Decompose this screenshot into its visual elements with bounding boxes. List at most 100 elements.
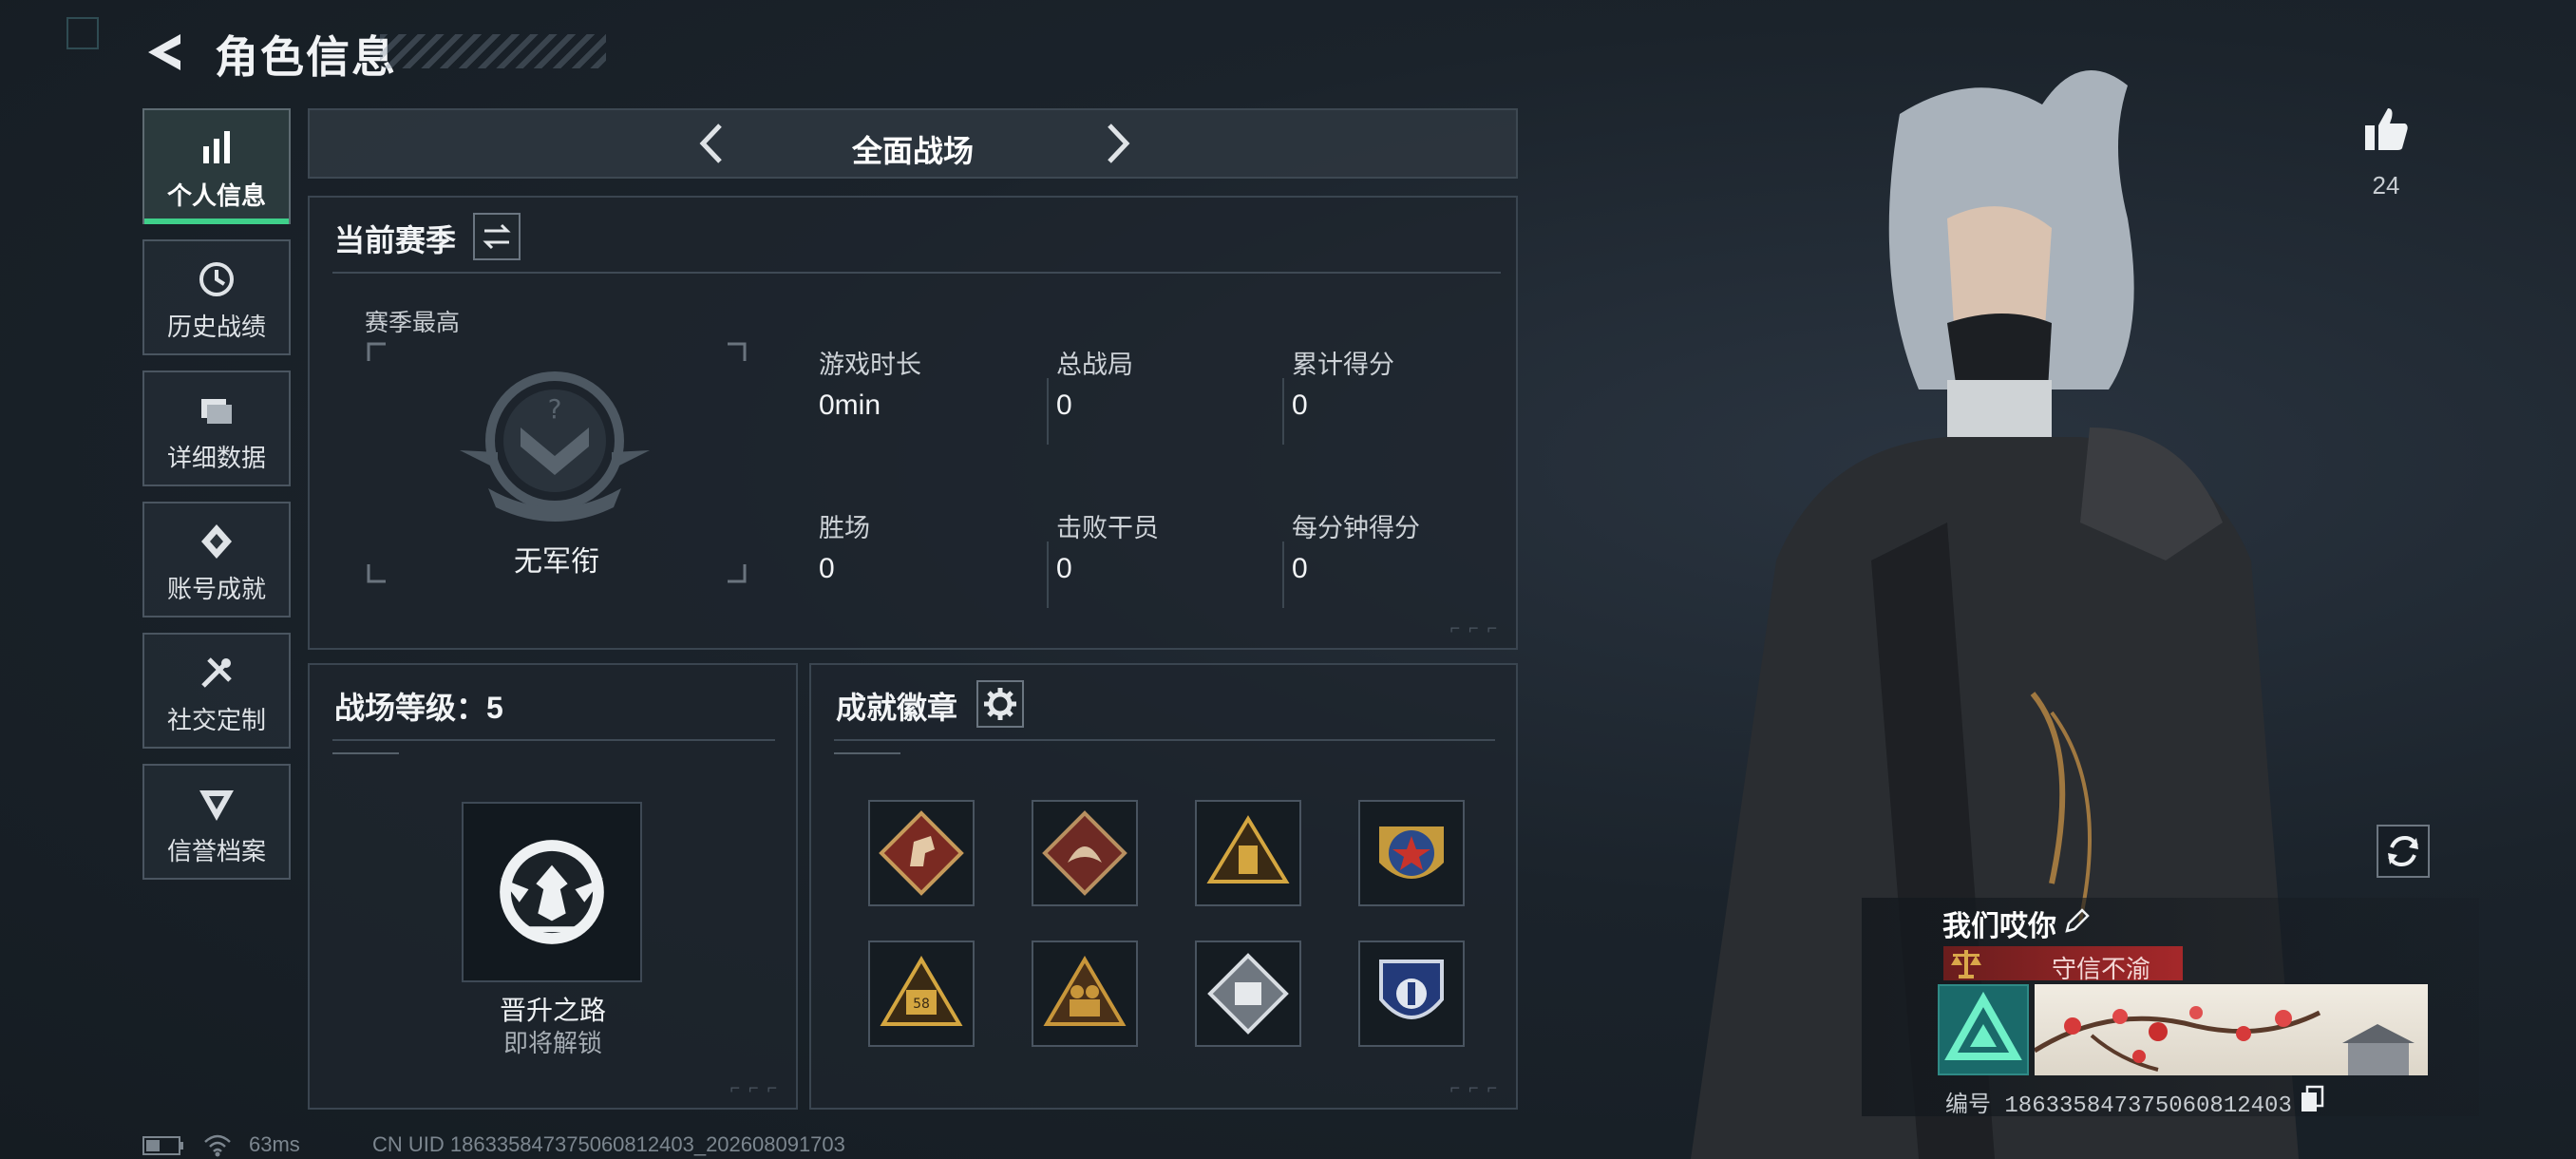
stat-value: 0 xyxy=(819,553,835,584)
player-name: 我们哎你 xyxy=(1942,911,2056,942)
tools-icon xyxy=(201,657,232,688)
achievements-title: 成就徽章 xyxy=(836,691,958,725)
stat-label: 击败干员 xyxy=(1056,514,1159,542)
player-uid: 编号 1863358473750608124​03 xyxy=(1945,1093,2292,1119)
battlefield-level-title: 战场等级：5 xyxy=(334,691,503,725)
thumbs-up-icon[interactable] xyxy=(2359,103,2413,156)
sidebar-item-reputation[interactable]: 信誉档案 xyxy=(142,764,291,880)
swap-season-button[interactable] xyxy=(473,213,521,260)
stat-label: 胜场 xyxy=(819,514,870,542)
stat-value: 0 xyxy=(1056,390,1072,421)
dragon-badge-icon xyxy=(1042,810,1127,896)
sidebar-item-social[interactable]: 社交定制 xyxy=(142,633,291,749)
promotion-path-card[interactable] xyxy=(462,802,642,982)
plum-blossom-banner-icon xyxy=(2035,1006,2415,1075)
sidebar-item-label: 账号成就 xyxy=(166,575,266,603)
avatar[interactable] xyxy=(1938,984,2029,1075)
battery-icon xyxy=(142,1136,183,1155)
achievement-icon xyxy=(201,524,232,559)
stat-label: 总战局 xyxy=(1056,351,1133,379)
corner-marks: ⌐ ⌐ ⌐ xyxy=(1449,618,1499,637)
stat-separator xyxy=(1282,542,1284,608)
mode-selector: 全面战场 xyxy=(308,108,1518,179)
title-decoration xyxy=(380,34,606,68)
back-arrow-icon[interactable] xyxy=(142,28,190,76)
corner-marks: ⌐ ⌐ ⌐ xyxy=(729,1078,779,1097)
stat-value: 0 xyxy=(1056,553,1072,584)
sidebar-item-label: 信誉档案 xyxy=(166,837,266,865)
promotion-path-name: 晋升之路 xyxy=(499,996,606,1025)
refresh-icon xyxy=(2388,835,2418,867)
sidebar-item-achievements[interactable]: 账号成就 xyxy=(142,502,291,618)
page-title: 角色信息 xyxy=(215,32,397,82)
refresh-button[interactable] xyxy=(2377,825,2430,878)
decor-line xyxy=(332,752,399,754)
promotion-path-status: 即将解锁 xyxy=(502,1029,602,1057)
badge-slot[interactable] xyxy=(1032,800,1138,906)
sidebar-item-personal-info[interactable]: 个人信息 xyxy=(142,108,291,224)
horse-badge-icon xyxy=(879,810,964,896)
stat-value: 0 xyxy=(1292,390,1308,421)
mode-title: 全面战场 xyxy=(851,134,974,168)
svg-text:58: 58 xyxy=(913,997,930,1012)
bar-chart-icon xyxy=(203,131,230,163)
stat-label: 每分钟得分 xyxy=(1292,514,1420,542)
sidebar-item-label: 社交定制 xyxy=(166,706,266,734)
cn-uid: CN UID 1863358473750608124​03_2026080917… xyxy=(372,1132,845,1156)
sidebar-item-label: 详细数据 xyxy=(166,444,266,472)
ping-value: 63ms xyxy=(249,1132,300,1156)
achievements-panel: 成就徽章 58 ⌐ ⌐ ⌐ xyxy=(809,663,1518,1110)
swap-icon xyxy=(483,223,511,250)
stat-value: 0min xyxy=(819,390,881,421)
divider xyxy=(834,739,1495,741)
sidebar-item-label: 历史战绩 xyxy=(166,313,266,341)
badge-slot[interactable] xyxy=(868,800,975,906)
honor-title: 守信不渝 xyxy=(2052,955,2151,983)
battlefield-level-panel: 战场等级：5 晋升之路 即将解锁 ⌐ ⌐ ⌐ xyxy=(308,663,798,1110)
stat-label: 游戏时长 xyxy=(819,351,921,379)
stat-separator xyxy=(1047,542,1049,608)
svg-text:?: ? xyxy=(548,393,562,425)
stat-separator xyxy=(1282,378,1284,445)
badge-slot[interactable] xyxy=(1195,940,1301,1047)
corner-marks: ⌐ ⌐ ⌐ xyxy=(1449,1078,1499,1097)
sidebar-item-detailed-data[interactable]: 详细数据 xyxy=(142,370,291,486)
badge-slot[interactable] xyxy=(1358,940,1465,1047)
copy-icon[interactable] xyxy=(2299,1085,2325,1113)
soldiers-badge-icon xyxy=(1043,956,1127,1026)
corner-square xyxy=(66,17,99,49)
badge-slot[interactable] xyxy=(1195,800,1301,906)
stat-value: 0 xyxy=(1292,553,1308,584)
pyramid-58-badge-icon: 58 xyxy=(880,956,963,1026)
pyramid-gold-badge-icon xyxy=(1206,815,1290,884)
history-icon xyxy=(199,262,234,296)
silver-diamond-badge-icon xyxy=(1207,953,1289,1035)
season-best-label: 赛季最高 xyxy=(365,310,461,336)
badge-slot[interactable]: 58 xyxy=(868,940,975,1047)
star-medal-badge-icon xyxy=(1379,826,1444,879)
badge-slot[interactable] xyxy=(1358,800,1465,906)
season-panel: 当前赛季 赛季最高 ? 无军衔 游戏时长 0min 总战局 0 累计得分 0 胜… xyxy=(308,196,1518,650)
profile-banner[interactable] xyxy=(2035,984,2428,1075)
like-count: 24 xyxy=(2372,171,2400,200)
gear-icon xyxy=(984,688,1016,720)
reputation-icon xyxy=(199,790,234,821)
eagle-emblem-icon xyxy=(500,840,604,944)
divider xyxy=(332,739,775,741)
sidebar-item-label: 个人信息 xyxy=(166,181,266,210)
avatar-logo-icon xyxy=(1944,991,2022,1060)
decor-line xyxy=(834,752,900,754)
folder-icon xyxy=(201,399,232,424)
stat-label: 累计得分 xyxy=(1292,351,1394,379)
stat-separator xyxy=(1047,378,1049,445)
chevron-right-icon[interactable] xyxy=(1098,120,1136,167)
blue-shield-badge-icon xyxy=(1379,960,1444,1019)
sidebar-item-history[interactable]: 历史战绩 xyxy=(142,239,291,355)
wifi-icon xyxy=(204,1134,231,1157)
divider xyxy=(332,272,1501,274)
season-title: 当前赛季 xyxy=(334,223,457,257)
rank-name: 无军衔 xyxy=(514,546,599,578)
badge-slot[interactable] xyxy=(1032,940,1138,1047)
edit-icon[interactable] xyxy=(2063,906,2092,935)
achievement-settings-button[interactable] xyxy=(976,680,1024,728)
